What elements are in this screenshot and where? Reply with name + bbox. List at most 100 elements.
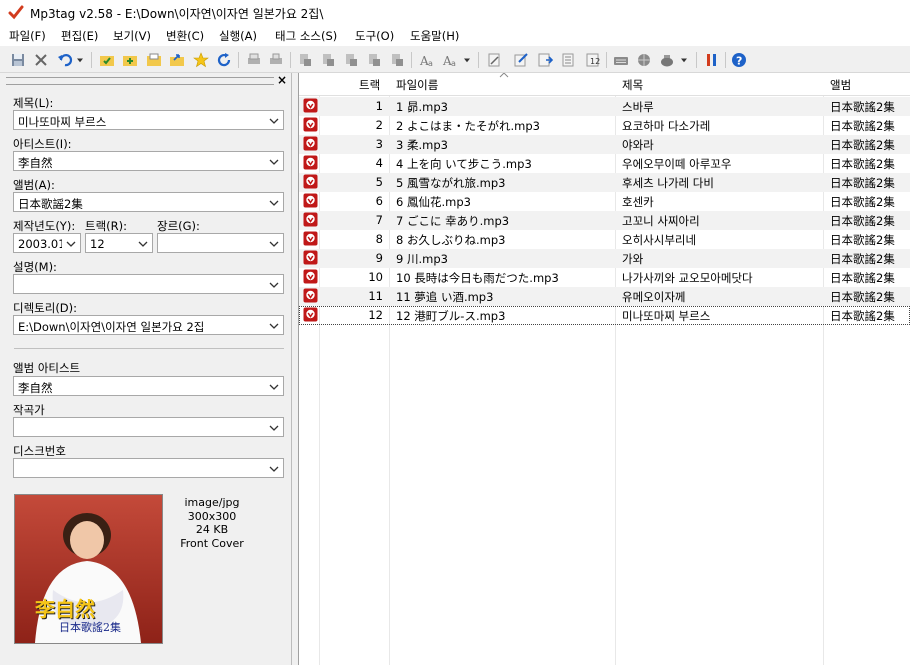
table-row[interactable]: 1 1 昴.mp3 스바루 日本歌謠2集 <box>299 97 910 116</box>
print-icon[interactable] <box>245 51 263 69</box>
favorite-icon[interactable] <box>192 51 210 69</box>
export-icon[interactable] <box>168 51 186 69</box>
table-row[interactable]: 6 6 鳳仙花.mp3 호센카 日本歌謠2集 <box>299 192 910 211</box>
album-label: 앨범(A): <box>13 178 55 192</box>
case-dropdown-icon[interactable] <box>461 51 473 69</box>
cell-filename: 11 夢追 い酒.mp3 <box>396 290 494 304</box>
chevron-down-icon[interactable] <box>268 197 280 209</box>
table-row[interactable]: 10 10 長時は今日も雨だつた.mp3 나가사끼와 교오모아메닷다 日本歌謠2集 <box>299 268 910 287</box>
header-title[interactable]: 제목 <box>622 77 643 93</box>
table-row[interactable]: 2 2 よこはま・たそがれ.mp3 요코하마 다소가레 日本歌謠2集 <box>299 116 910 135</box>
directory-value: E:\Down\이자연\이자연 일본가요 2집 <box>18 320 205 334</box>
disc-field[interactable] <box>13 458 284 478</box>
open-folder-icon[interactable] <box>145 51 163 69</box>
cover-art[interactable]: 李自然 日本歌謠2集 <box>14 494 163 644</box>
cell-track: 6 <box>375 194 383 208</box>
delete-icon[interactable] <box>32 51 50 69</box>
cell-track: 2 <box>375 118 383 132</box>
text-icon[interactable] <box>485 51 503 69</box>
menu-actions[interactable]: 실행(A) <box>219 28 257 44</box>
number-icon[interactable]: 12 <box>583 51 601 69</box>
track-field[interactable]: 12 <box>85 233 153 253</box>
genre-label: 장르(G): <box>157 219 200 233</box>
chevron-down-icon[interactable] <box>268 156 280 168</box>
filter3-icon[interactable] <box>342 51 360 69</box>
menu-tag-sources[interactable]: 태그 소스(S) <box>275 28 337 44</box>
globe-icon[interactable] <box>635 51 653 69</box>
cell-title: 우에오무이떼 아루꼬우 <box>622 157 732 171</box>
print-preview-icon[interactable] <box>267 51 285 69</box>
chevron-down-icon[interactable] <box>268 381 280 393</box>
chevron-down-icon[interactable] <box>268 238 280 250</box>
edit-icon[interactable] <box>512 51 530 69</box>
composer-field[interactable] <box>13 417 284 437</box>
cover-size: 300x300 <box>187 509 237 523</box>
filter5-icon[interactable] <box>388 51 406 69</box>
chevron-down-icon[interactable] <box>137 238 149 250</box>
filter2-icon[interactable] <box>319 51 337 69</box>
folder-icon[interactable] <box>98 51 116 69</box>
menu-view[interactable]: 보기(V) <box>113 28 151 44</box>
title-field[interactable]: 미나또마찌 부르스 <box>13 110 284 130</box>
menu-help[interactable]: 도움말(H) <box>410 28 459 44</box>
table-row[interactable]: 12 12 港町ブル-ス.mp3 미나또마찌 부르스 日本歌謠2集 <box>299 306 910 325</box>
panel-splitter[interactable] <box>292 73 299 665</box>
edit3-icon[interactable] <box>560 51 578 69</box>
cell-album: 日本歌謠2集 <box>830 157 895 171</box>
comment-field[interactable] <box>13 274 284 294</box>
add-folder-icon[interactable] <box>121 51 139 69</box>
panel-grip[interactable] <box>6 77 274 85</box>
refresh-icon[interactable] <box>215 51 233 69</box>
composer-label: 작곡가 <box>13 403 45 417</box>
cell-track: 10 <box>368 270 383 284</box>
header-track[interactable]: 트랙 <box>359 77 380 93</box>
panel-close-icon[interactable]: × <box>277 73 287 87</box>
case-icon[interactable]: Aa <box>418 51 436 69</box>
chevron-down-icon[interactable] <box>65 238 77 250</box>
table-row[interactable]: 5 5 風雪ながれ旅.mp3 후세츠 나가레 다비 日本歌謠2集 <box>299 173 910 192</box>
table-row[interactable]: 9 9 川.mp3 가와 日本歌謠2集 <box>299 249 910 268</box>
table-row[interactable]: 3 3 柔.mp3 야와라 日本歌謠2集 <box>299 135 910 154</box>
menu-convert[interactable]: 변환(C) <box>166 28 204 44</box>
window-path: E:\Down\이자연\이자연 일본가요 2집\ <box>124 7 324 21</box>
chevron-down-icon[interactable] <box>268 115 280 127</box>
case2-icon[interactable]: Aa <box>441 51 459 69</box>
table-row[interactable]: 7 7 ごこに 幸あり.mp3 고꼬니 사찌아리 日本歌謠2集 <box>299 211 910 230</box>
mp3-file-icon <box>303 269 318 284</box>
save-icon[interactable] <box>9 51 27 69</box>
artist-field[interactable]: 李自然 <box>13 151 284 171</box>
header-filename[interactable]: 파일이름 <box>396 77 438 93</box>
help-icon[interactable]: ? <box>730 51 748 69</box>
chevron-down-icon[interactable] <box>268 279 280 291</box>
cell-album: 日本歌謠2集 <box>830 252 895 266</box>
filter4-icon[interactable] <box>365 51 383 69</box>
year-field[interactable]: 2003.01. <box>13 233 81 253</box>
menu-file[interactable]: 파일(F) <box>9 28 46 44</box>
album-field[interactable]: 日本歌謡2集 <box>13 192 284 212</box>
table-row[interactable]: 11 11 夢追 い酒.mp3 유메오이자께 日本歌謠2集 <box>299 287 910 306</box>
edit2-icon[interactable] <box>536 51 554 69</box>
filter-icon[interactable] <box>296 51 314 69</box>
tools-icon[interactable] <box>703 51 721 69</box>
chevron-down-icon[interactable] <box>268 422 280 434</box>
pot-dropdown-icon[interactable] <box>678 51 690 69</box>
header-album[interactable]: 앨범 <box>830 77 851 93</box>
directory-field[interactable]: E:\Down\이자연\이자연 일본가요 2집 <box>13 315 284 335</box>
cell-filename: 8 お久しぶりね.mp3 <box>396 233 506 247</box>
toolbar: Aa Aa 12 ? <box>0 48 910 73</box>
cover-text-main: 李自然 <box>35 597 95 621</box>
title-label: 제목(L): <box>13 96 54 110</box>
undo-dropdown-icon[interactable] <box>74 51 86 69</box>
menu-tools[interactable]: 도구(O) <box>355 28 394 44</box>
chevron-down-icon[interactable] <box>268 463 280 475</box>
menu-edit[interactable]: 편집(E) <box>61 28 98 44</box>
table-row[interactable]: 4 4 上を向 いて步こう.mp3 우에오무이떼 아루꼬우 日本歌謠2集 <box>299 154 910 173</box>
table-row[interactable]: 8 8 お久しぶりね.mp3 오히사시부리네 日本歌謠2集 <box>299 230 910 249</box>
chevron-down-icon[interactable] <box>268 320 280 332</box>
undo-icon[interactable] <box>56 51 74 69</box>
keyboard-icon[interactable] <box>612 51 630 69</box>
pot-icon[interactable] <box>658 51 676 69</box>
genre-field[interactable] <box>157 233 284 253</box>
album-artist-label: 앨범 아티스트 <box>13 361 81 375</box>
album-artist-field[interactable]: 李自然 <box>13 376 284 396</box>
